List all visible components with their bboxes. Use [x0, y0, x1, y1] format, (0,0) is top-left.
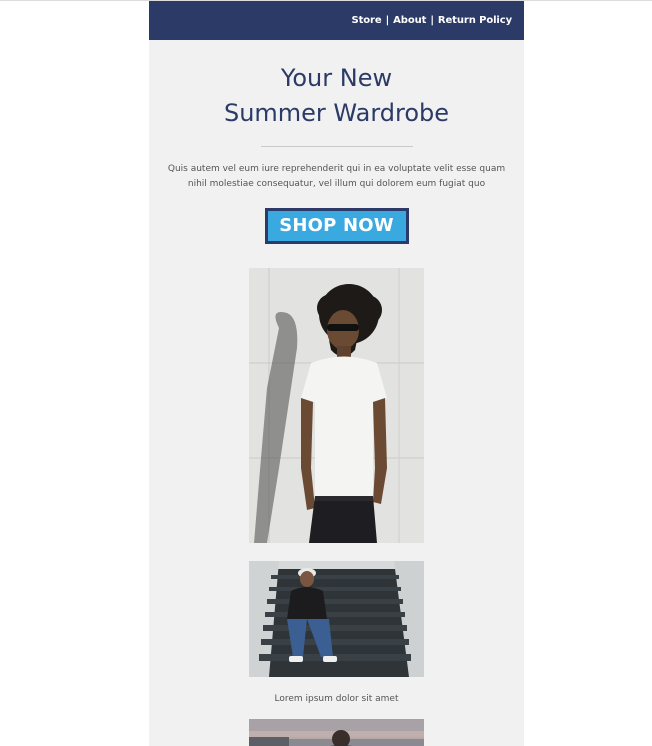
product-photo-third[interactable] [249, 719, 424, 746]
hero-body-text: Quis autem vel eum iure reprehenderit qu… [167, 164, 506, 189]
shop-now-button[interactable]: SHOP NOW [264, 208, 409, 244]
header-nav: Store | About | Return Policy [352, 15, 513, 26]
nav-about-link[interactable]: About [393, 15, 426, 26]
nav-separator: | [385, 15, 390, 26]
hero-title-line2: Summer Wardrobe [223, 99, 450, 127]
cta-wrapper: SHOP NOW [149, 208, 524, 244]
hero-title-line1: Your New [280, 64, 393, 92]
photo-caption: Lorem ipsum dolor sit amet [274, 694, 399, 704]
nav-return-policy-link[interactable]: Return Policy [438, 15, 512, 26]
nav-separator: | [430, 15, 434, 26]
product-photo-man-white-tee[interactable] [249, 268, 424, 543]
hero-title: Your New Summer Wardrobe [149, 61, 524, 131]
header-bar: Store | About | Return Policy [149, 1, 524, 40]
product-photo-man-on-stairs[interactable] [249, 561, 424, 677]
email-container: Store | About | Return Policy Your New Summe… [149, 1, 524, 746]
title-divider [260, 146, 413, 147]
nav-store-link[interactable]: Store [352, 15, 382, 26]
